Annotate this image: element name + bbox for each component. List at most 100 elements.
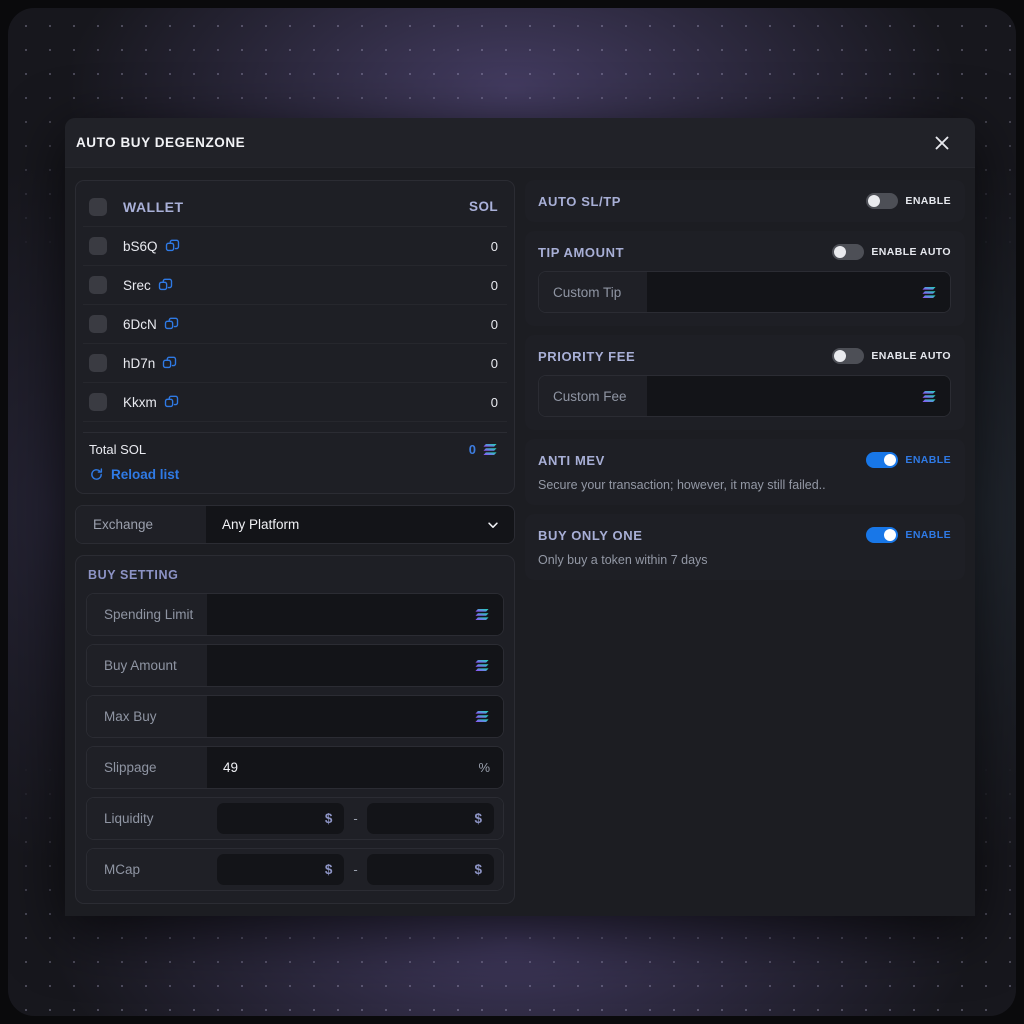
range-max-input[interactable]: $ bbox=[366, 803, 494, 834]
buy-range-field[interactable]: MCap $ - $ bbox=[86, 848, 504, 891]
settings-panel: BUY ONLY ONE ENABLE Only buy a token withi… bbox=[525, 514, 965, 580]
copy-icon[interactable] bbox=[158, 278, 173, 293]
currency-symbol: $ bbox=[324, 811, 333, 826]
buy-field[interactable]: Spending Limit bbox=[86, 593, 504, 636]
range-min-input[interactable]: $ bbox=[217, 803, 345, 834]
modal-body: WALLET SOL bS6Q 0 Srec 0 6DcN 0 hD7n 0 Kkxm 0 Tot… bbox=[65, 168, 975, 916]
custom-field[interactable]: Custom Fee bbox=[538, 375, 951, 417]
wallet-list-scroll[interactable]: WALLET SOL bS6Q 0 Srec 0 6DcN 0 hD7n 0 Kkxm 0 bbox=[83, 187, 507, 431]
reload-list-button[interactable]: Reload list bbox=[83, 460, 507, 487]
custom-field-input[interactable] bbox=[647, 272, 950, 312]
field-unit: % bbox=[478, 760, 490, 775]
reload-icon bbox=[91, 468, 103, 480]
wallet-row[interactable]: hD7n 0 bbox=[83, 344, 507, 383]
toggle-switch[interactable] bbox=[866, 452, 899, 468]
buy-field-label: Slippage bbox=[87, 747, 207, 788]
wallet-header-unit: SOL bbox=[469, 199, 498, 214]
copy-icon[interactable] bbox=[165, 239, 180, 254]
settings-panel: AUTO SL/TP ENABLE bbox=[525, 180, 965, 222]
panel-title: AUTO SL/TP bbox=[538, 193, 622, 209]
panel-toggle[interactable]: ENABLE bbox=[866, 527, 951, 543]
toggle-label: ENABLE bbox=[905, 195, 951, 207]
toggle-switch[interactable] bbox=[866, 527, 899, 543]
buy-range-label: MCap bbox=[87, 849, 207, 890]
wallet-row[interactable]: 6DcN 0 bbox=[83, 305, 507, 344]
currency-symbol: $ bbox=[474, 862, 482, 877]
panel-title: TIP AMOUNT bbox=[538, 244, 625, 260]
wallet-checkbox[interactable] bbox=[89, 315, 107, 333]
wallet-name-label: 6DcN bbox=[123, 316, 157, 332]
app-plate: AUTO BUY DEGENZONE WALLET SOL bS6Q 0 Sre… bbox=[8, 8, 1016, 1016]
toggle-switch[interactable] bbox=[832, 244, 865, 260]
range-inputs: $ - $ bbox=[207, 849, 503, 890]
solana-icon bbox=[922, 286, 936, 298]
wallet-checkbox[interactable] bbox=[89, 276, 107, 294]
wallet-row[interactable]: bS6Q 0 bbox=[83, 227, 507, 266]
buy-field-input[interactable] bbox=[207, 594, 503, 635]
panel-toggle[interactable]: ENABLE bbox=[866, 193, 951, 209]
wallet-checkbox[interactable] bbox=[89, 354, 107, 372]
settings-panels: AUTO SL/TP ENABLE TIP AMOUNT ENABLE AUTO Cus… bbox=[525, 180, 965, 580]
toggle-label: ENABLE bbox=[905, 529, 951, 541]
panel-subtitle: Secure your transaction; however, it may… bbox=[538, 478, 826, 492]
settings-panel: PRIORITY FEE ENABLE AUTO Custom Fee bbox=[525, 335, 965, 430]
solana-icon bbox=[475, 660, 489, 671]
buy-field-input[interactable] bbox=[207, 645, 503, 686]
copy-icon[interactable] bbox=[164, 395, 179, 410]
range-max-input[interactable]: $ bbox=[366, 854, 494, 885]
panel-toggle[interactable]: ENABLE AUTO bbox=[832, 348, 951, 364]
wallet-row[interactable] bbox=[83, 422, 507, 431]
panel-header: PRIORITY FEE ENABLE AUTO bbox=[538, 348, 951, 364]
buy-field[interactable]: Max Buy bbox=[86, 695, 504, 738]
buy-field-input[interactable] bbox=[207, 696, 503, 737]
right-column: AUTO SL/TP ENABLE TIP AMOUNT ENABLE AUTO Cus… bbox=[525, 180, 965, 916]
wallet-checkbox[interactable] bbox=[89, 237, 107, 255]
panel-subtitle: Only buy a token within 7 days bbox=[538, 553, 708, 567]
range-separator: - bbox=[353, 862, 358, 877]
range-separator: - bbox=[353, 811, 358, 826]
wallet-name: hD7n bbox=[123, 356, 177, 371]
range-inputs: $ - $ bbox=[207, 798, 503, 839]
panel-toggle[interactable]: ENABLE bbox=[866, 452, 951, 468]
buy-range-field[interactable]: Liquidity $ - $ bbox=[86, 797, 504, 840]
exchange-dropdown[interactable]: Any Platform bbox=[206, 506, 514, 543]
toggle-label: ENABLE AUTO bbox=[871, 246, 951, 258]
solana-icon bbox=[475, 711, 489, 722]
reload-list-label: Reload list bbox=[111, 467, 180, 482]
copy-icon[interactable] bbox=[162, 356, 177, 371]
toggle-switch[interactable] bbox=[832, 348, 865, 364]
page-root: AUTO BUY DEGENZONE WALLET SOL bS6Q 0 Sre… bbox=[0, 0, 1024, 1024]
buy-field[interactable]: Buy Amount bbox=[86, 644, 504, 687]
wallet-name: 6DcN bbox=[123, 317, 179, 332]
modal-header: AUTO BUY DEGENZONE bbox=[65, 118, 975, 168]
range-min-input[interactable]: $ bbox=[217, 854, 345, 885]
exchange-selector[interactable]: Exchange Any Platform bbox=[75, 505, 515, 544]
buy-field-input[interactable]: 49% bbox=[207, 747, 503, 788]
select-all-checkbox[interactable] bbox=[89, 197, 107, 216]
settings-panel: TIP AMOUNT ENABLE AUTO Custom Tip bbox=[525, 231, 965, 326]
wallet-checkbox[interactable] bbox=[89, 393, 107, 411]
custom-field-input[interactable] bbox=[647, 376, 950, 416]
toggle-knob bbox=[868, 195, 881, 207]
panel-toggle[interactable]: ENABLE AUTO bbox=[832, 244, 951, 260]
buy-setting-fields: Spending Limit Buy Amount Max Buy Slippage 4… bbox=[86, 593, 504, 891]
wallet-row[interactable]: Srec 0 bbox=[83, 266, 507, 305]
buy-field[interactable]: Slippage 49% bbox=[86, 746, 504, 789]
settings-panel: ANTI MEV ENABLE Secure your transaction; h… bbox=[525, 439, 965, 505]
close-icon[interactable] bbox=[927, 128, 957, 158]
custom-field[interactable]: Custom Tip bbox=[538, 271, 951, 313]
buy-setting-card: BUY SETTING Spending Limit Buy Amount Max … bbox=[75, 555, 515, 904]
total-sol-value: 0 bbox=[468, 442, 476, 457]
wallet-name: Srec bbox=[123, 278, 173, 293]
wallet-row[interactable]: Kkxm 0 bbox=[83, 383, 507, 422]
wallet-balance: 0 bbox=[490, 238, 498, 254]
copy-icon[interactable] bbox=[164, 317, 179, 332]
total-sol-row: Total SOL 0 bbox=[83, 432, 507, 460]
toggle-switch[interactable] bbox=[866, 193, 899, 209]
buy-field-label: Max Buy bbox=[87, 696, 207, 737]
solana-icon bbox=[475, 609, 489, 620]
wallet-balance: 0 bbox=[490, 316, 498, 332]
wallet-name-label: Kkxm bbox=[123, 394, 157, 410]
currency-symbol: $ bbox=[474, 811, 482, 826]
wallet-name-label: bS6Q bbox=[123, 238, 158, 254]
